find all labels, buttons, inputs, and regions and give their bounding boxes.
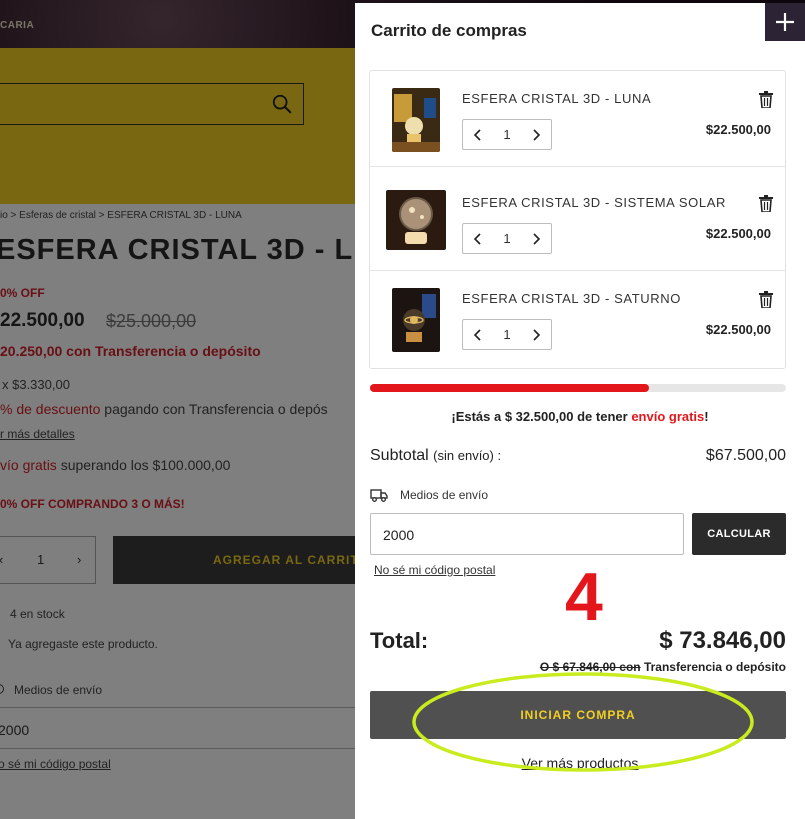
cart-title: Carrito de compras — [371, 21, 527, 40]
chevron-right-icon[interactable] — [530, 328, 542, 342]
no-zip-link[interactable]: No sé mi código postal — [374, 563, 495, 577]
cart-items-list: ESFERA CRISTAL 3D - LUNA 1 $22.500,00 ES… — [369, 70, 786, 369]
free-shipping-msg-suffix: ! — [704, 409, 709, 424]
subtotal-label-text: Subtotal — [370, 447, 429, 464]
free-shipping-progress-bar — [370, 384, 786, 392]
plus-icon — [776, 13, 794, 31]
quantity-stepper[interactable]: 1 — [462, 223, 552, 254]
subtotal-value: $67.500,00 — [705, 447, 786, 464]
subtotal-note: (sin envío) : — [433, 448, 502, 463]
cart-item: ESFERA CRISTAL 3D - LUNA 1 $22.500,00 — [370, 71, 785, 167]
trash-icon[interactable] — [759, 291, 773, 308]
chevron-right-icon[interactable] — [530, 232, 542, 246]
quantity-stepper[interactable]: 1 — [462, 119, 552, 150]
total-transfer-price: O $ 67.846,00 con Transferencia o depósi… — [540, 660, 786, 674]
saturn-sphere-thumbnail[interactable] — [392, 288, 440, 352]
cart-drawer: Carrito de compras ESFERA CRISTAL 3D - L… — [355, 3, 805, 819]
cart-item: ESFERA CRISTAL 3D - SISTEMA SOLAR 1 $22.… — [370, 175, 785, 271]
subtotal-label: Subtotal (sin envío) : — [370, 447, 501, 465]
quantity-stepper[interactable]: 1 — [462, 319, 552, 350]
cart-item-name[interactable]: ESFERA CRISTAL 3D - SATURNO — [462, 291, 681, 306]
free-shipping-msg-highlight: envío gratis — [631, 409, 705, 424]
trash-icon[interactable] — [759, 195, 773, 212]
see-more-products-link[interactable]: Ver más productos — [355, 755, 805, 771]
cart-item-price: $22.500,00 — [705, 322, 771, 337]
start-checkout-button[interactable]: INICIAR COMPRA — [370, 691, 786, 739]
cart-item-price: $22.500,00 — [705, 122, 771, 137]
calculate-shipping-button[interactable]: CALCULAR — [692, 513, 786, 555]
free-shipping-progress-fill — [370, 384, 649, 392]
trash-icon[interactable] — [759, 91, 773, 108]
free-shipping-msg-prefix: ¡Estás a $ 32.500,00 de tener — [451, 409, 632, 424]
step-annotation-number: 4 — [565, 559, 603, 635]
free-shipping-message: ¡Estás a $ 32.500,00 de tener envío grat… — [355, 409, 805, 424]
cart-item-price: $22.500,00 — [705, 226, 771, 241]
shipping-methods-label: Medios de envío — [400, 488, 489, 502]
moon-sphere-thumbnail[interactable] — [392, 88, 440, 152]
close-cart-button[interactable] — [765, 3, 805, 41]
total-transfer-amount: O $ 67.846,00 con — [539, 660, 641, 674]
cart-item-name[interactable]: ESFERA CRISTAL 3D - LUNA — [462, 91, 651, 106]
cart-item: ESFERA CRISTAL 3D - SATURNO 1 $22.500,00 — [370, 271, 785, 367]
total-value: $ 73.846,00 — [659, 627, 786, 654]
solar-system-sphere-thumbnail[interactable] — [386, 190, 446, 250]
total-transfer-text: Transferencia o depósito — [640, 660, 786, 674]
shipping-methods-row: Medios de envío — [370, 488, 488, 502]
total-label: Total: — [370, 628, 429, 653]
chevron-right-icon[interactable] — [530, 128, 542, 142]
cart-item-name[interactable]: ESFERA CRISTAL 3D - SISTEMA SOLAR — [462, 195, 726, 210]
zip-code-input[interactable]: 2000 — [370, 513, 684, 555]
truck-icon — [370, 488, 388, 502]
